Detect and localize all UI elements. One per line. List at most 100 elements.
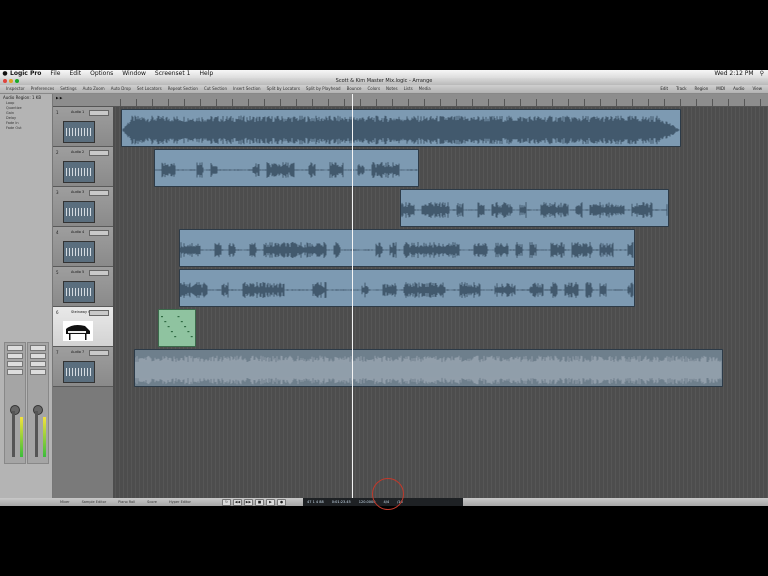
track-header[interactable]: 5 Audio 5	[53, 267, 113, 307]
cursor-highlight	[372, 478, 404, 510]
forward-icon[interactable]: ▶▶	[244, 499, 253, 506]
local-menu[interactable]: Audio	[733, 85, 744, 93]
menu-file[interactable]: File	[50, 70, 60, 78]
audio-region[interactable]	[154, 149, 419, 187]
menu-options[interactable]: Options	[90, 70, 113, 78]
editor-tab[interactable]: Hyper Editor	[169, 498, 191, 506]
playhead[interactable]	[352, 94, 353, 498]
toolbar-item[interactable]: Insert Section	[233, 85, 261, 93]
inspector-param[interactable]: Fade Out	[0, 126, 52, 131]
mute-solo-buttons[interactable]	[89, 270, 109, 276]
toolbar-item[interactable]: Inspector	[6, 85, 25, 93]
volume-fader[interactable]	[12, 411, 15, 457]
toolbar-item[interactable]: Set Locators	[137, 85, 162, 93]
zoom-icon[interactable]	[15, 79, 19, 83]
clock[interactable]: Wed 2:12 PM	[714, 70, 753, 78]
menu-logic[interactable]: Logic Pro	[10, 70, 41, 78]
mute-solo-buttons[interactable]	[89, 350, 109, 356]
spotlight-icon[interactable]: ⚲	[760, 70, 764, 78]
rewind-icon[interactable]: ◀◀	[233, 499, 242, 506]
audio-region[interactable]	[179, 269, 635, 307]
play-icon[interactable]: ▶	[266, 499, 275, 506]
editor-tab[interactable]: Score	[147, 498, 157, 506]
editor-tab[interactable]: Piano Roll	[118, 498, 135, 506]
toolbar-item[interactable]: Auto Zoom	[83, 85, 105, 93]
transport-buttons: ↻ ◀◀ ▶▶ ■ ▶ ●	[222, 499, 288, 506]
track-name[interactable]: Audio 5	[71, 270, 84, 274]
region-waveform	[180, 242, 634, 258]
track-header[interactable]: 3 Audio 3	[53, 187, 113, 227]
eq-button[interactable]	[7, 353, 23, 359]
toolbar-item[interactable]: Notes	[386, 85, 398, 93]
menu-edit[interactable]: Edit	[69, 70, 81, 78]
close-icon[interactable]	[3, 79, 7, 83]
toolbar-item[interactable]: Bounce	[347, 85, 362, 93]
arrange-toolbar: Inspector Preferences Settings Auto Zoom Aut…	[0, 85, 768, 94]
track-header[interactable]: 1 Audio 1	[53, 107, 113, 147]
audio-region[interactable]	[134, 349, 723, 387]
toolbar-item[interactable]: Repeat Section	[168, 85, 198, 93]
insert-slot[interactable]	[30, 361, 46, 367]
toolbar-item[interactable]: Split by Locators	[267, 85, 300, 93]
audio-region[interactable]	[400, 189, 669, 227]
editor-tab[interactable]: Sample Editor	[82, 498, 107, 506]
local-menu[interactable]: Edit	[660, 85, 668, 93]
menu-help[interactable]: Help	[199, 70, 213, 78]
local-menu[interactable]: MIDI	[716, 85, 725, 93]
track-name[interactable]: Audio 4	[71, 230, 84, 234]
mute-solo-buttons[interactable]	[89, 110, 109, 116]
toolbar-item[interactable]: Auto Drop	[111, 85, 131, 93]
apple-icon[interactable]: ●	[0, 70, 10, 78]
mute-solo-buttons[interactable]	[89, 150, 109, 156]
toolbar-item[interactable]: Media	[419, 85, 431, 93]
track-header[interactable]: 7 Audio 7	[53, 347, 113, 387]
mute-solo-buttons[interactable]	[89, 310, 109, 316]
volume-fader[interactable]	[35, 411, 38, 457]
mute-solo-buttons[interactable]	[89, 190, 109, 196]
stop-icon[interactable]: ■	[255, 499, 264, 506]
window-controls	[3, 79, 19, 83]
piano-icon	[63, 321, 93, 341]
audio-region[interactable]	[179, 229, 635, 267]
track-number: 2	[56, 150, 59, 155]
setting-button[interactable]	[7, 345, 23, 351]
minimize-icon[interactable]	[9, 79, 13, 83]
track-header[interactable]: 6 Steinway Grand	[53, 307, 113, 347]
setting-button[interactable]	[30, 345, 46, 351]
track-header[interactable]: 2 Audio 2	[53, 147, 113, 187]
track-header[interactable]: 4 Audio 4	[53, 227, 113, 267]
midi-region[interactable]	[158, 309, 196, 347]
toolbar-item[interactable]: Split by Playhead	[306, 85, 341, 93]
editor-tab[interactable]: Mixer	[60, 498, 70, 506]
track-name[interactable]: Audio 3	[71, 190, 84, 194]
bar-ruler[interactable]: ▶ ▶	[53, 94, 768, 107]
track-name[interactable]: Audio 7	[71, 350, 84, 354]
local-menu[interactable]: Region	[695, 85, 709, 93]
local-menu[interactable]: Track	[676, 85, 686, 93]
track-headers: 1 Audio 1 2 Audio 2 3 Audio 3 4 Audio 4 5 Audio 5…	[53, 107, 113, 498]
audio-region[interactable]	[121, 109, 681, 147]
waveform-graphic	[66, 368, 92, 376]
track-name[interactable]: Audio 2	[71, 150, 84, 154]
record-icon[interactable]: ●	[277, 499, 286, 506]
insert-slot[interactable]	[7, 361, 23, 367]
send-slot[interactable]	[30, 369, 46, 375]
toolbar-item[interactable]: Settings	[60, 85, 76, 93]
track-number: 5	[56, 270, 59, 275]
toolbar-item[interactable]: Preferences	[31, 85, 55, 93]
track-number: 3	[56, 190, 59, 195]
toolbar-item[interactable]: Cut Section	[204, 85, 227, 93]
mute-solo-buttons[interactable]	[89, 230, 109, 236]
toolbar-item[interactable]: Lists	[404, 85, 413, 93]
track-name[interactable]: Audio 1	[71, 110, 84, 114]
window-titlebar: Scott & Kim Master Mix.logic - Arrange	[0, 78, 768, 85]
send-slot[interactable]	[7, 369, 23, 375]
loop-icon[interactable]: ↻	[222, 499, 231, 506]
toolbar-item[interactable]: Colors	[368, 85, 381, 93]
track-number: 1	[56, 110, 59, 115]
inspector-header[interactable]: Audio Region: 1 KB	[0, 94, 52, 101]
local-menu[interactable]: View	[753, 85, 763, 93]
menu-window[interactable]: Window	[122, 70, 146, 78]
menu-screenset[interactable]: Screenset 1	[155, 70, 191, 78]
eq-button[interactable]	[30, 353, 46, 359]
